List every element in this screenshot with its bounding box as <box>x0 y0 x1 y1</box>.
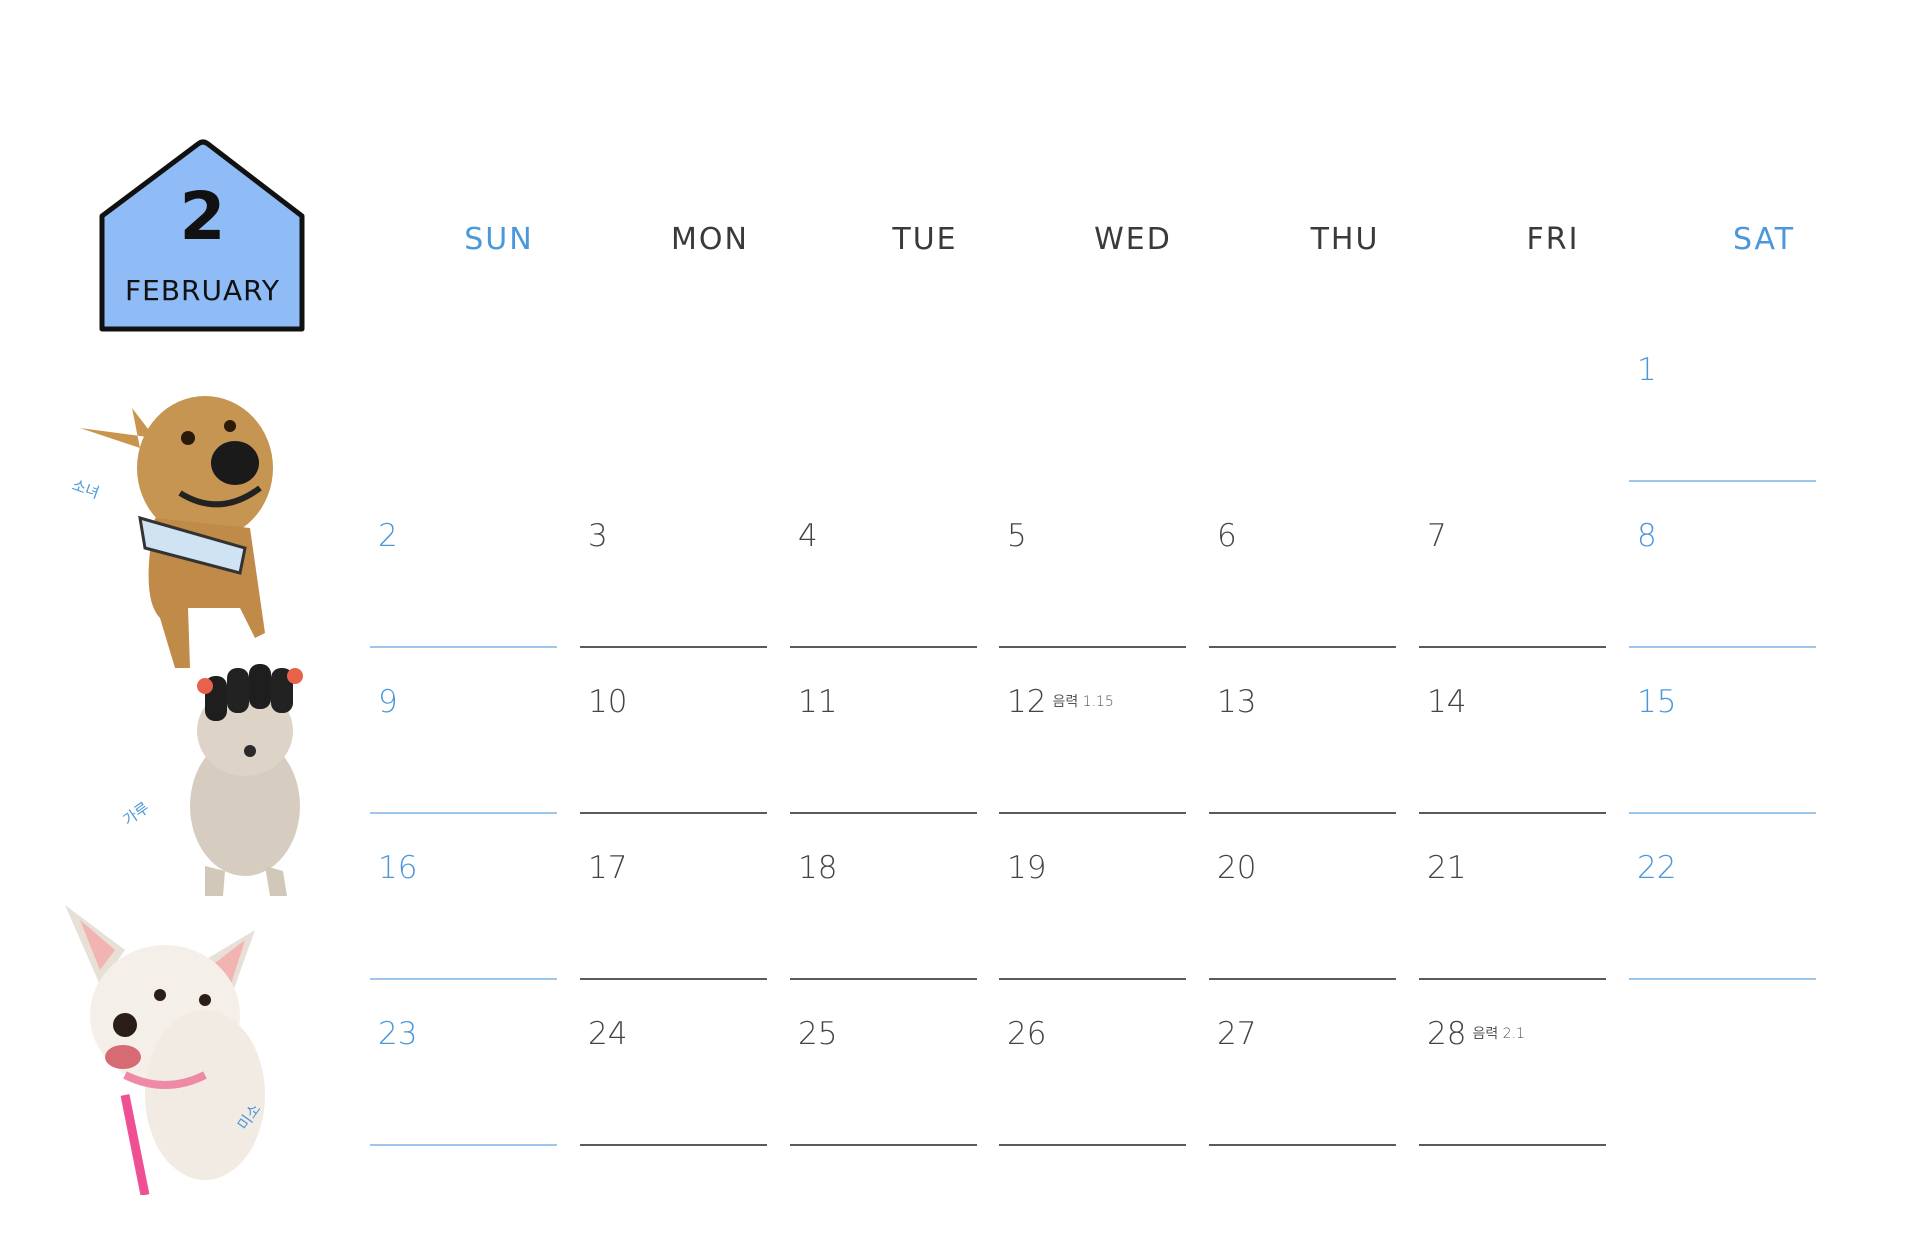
day-number-text: 13 <box>1217 684 1257 720</box>
weekday-mon: MON <box>671 222 749 257</box>
day-underline <box>370 646 557 648</box>
day-underline <box>1419 646 1606 648</box>
day-number: 17 <box>588 850 627 886</box>
day-number: 13 <box>1217 684 1256 720</box>
day-number: 19 <box>1007 850 1046 886</box>
day-number-text: 5 <box>1007 518 1027 554</box>
day-underline <box>370 978 557 980</box>
day-number-text: 3 <box>588 518 608 554</box>
weekday-tue: TUE <box>892 222 958 257</box>
day-underline <box>580 1144 767 1146</box>
day-number-text: 28 <box>1427 1016 1467 1052</box>
day-number: 10 <box>588 684 627 720</box>
day-underline <box>999 812 1186 814</box>
day-underline <box>1629 978 1816 980</box>
day-number-text: 9 <box>378 684 398 720</box>
day-number: 25 <box>798 1016 837 1052</box>
day-underline <box>580 978 767 980</box>
day-number-text: 26 <box>1007 1016 1047 1052</box>
day-number-text: 14 <box>1427 684 1467 720</box>
day-number-text: 19 <box>1007 850 1047 886</box>
day-number-text: 20 <box>1217 850 1257 886</box>
day-number: 16 <box>378 850 417 886</box>
day-underline <box>580 812 767 814</box>
day-number-text: 22 <box>1637 850 1677 886</box>
day-number: 12 음력 1.15 <box>1007 684 1114 720</box>
day-number-text: 24 <box>588 1016 628 1052</box>
day-number-text: 4 <box>798 518 818 554</box>
weekday-sun: SUN <box>464 222 534 257</box>
day-number: 14 <box>1427 684 1466 720</box>
month-name: FEBRUARY <box>125 274 280 307</box>
day-number: 11 <box>798 684 837 720</box>
day-underline <box>790 812 977 814</box>
day-number: 15 <box>1637 684 1676 720</box>
day-number-text: 16 <box>378 850 418 886</box>
day-underline <box>1209 1144 1396 1146</box>
day-number: 24 <box>588 1016 627 1052</box>
day-number: 1 <box>1637 352 1657 388</box>
day-number: 27 <box>1217 1016 1256 1052</box>
day-underline <box>370 1144 557 1146</box>
day-number-text: 11 <box>798 684 838 720</box>
day-number-text: 25 <box>798 1016 838 1052</box>
day-number: 23 <box>378 1016 417 1052</box>
day-underline <box>1629 812 1816 814</box>
day-number-text: 12 <box>1007 684 1047 720</box>
day-number-text: 27 <box>1217 1016 1257 1052</box>
day-number: 2 <box>378 518 398 554</box>
weekday-thu: THU <box>1310 222 1380 257</box>
lunar-date-note: 음력 2.1 <box>1472 1026 1525 1042</box>
dog-with-hair-rollers-photo-icon <box>190 664 303 896</box>
weekday-wed: WED <box>1094 222 1172 257</box>
tan-dog-photo-icon <box>80 396 273 668</box>
day-number: 5 <box>1007 518 1027 554</box>
day-underline <box>790 1144 977 1146</box>
day-number: 28 음력 2.1 <box>1427 1016 1525 1052</box>
day-underline <box>999 646 1186 648</box>
day-number: 6 <box>1217 518 1237 554</box>
day-number: 20 <box>1217 850 1256 886</box>
day-number: 4 <box>798 518 818 554</box>
day-number: 26 <box>1007 1016 1046 1052</box>
day-underline <box>790 978 977 980</box>
day-number-text: 7 <box>1427 518 1447 554</box>
lunar-date-note: 음력 1.15 <box>1052 694 1114 710</box>
day-underline <box>1629 646 1816 648</box>
weekday-sat: SAT <box>1732 222 1796 257</box>
day-number-text: 15 <box>1637 684 1677 720</box>
month-number: 2 <box>179 178 226 255</box>
day-number-text: 2 <box>378 518 398 554</box>
day-underline <box>370 812 557 814</box>
day-number: 7 <box>1427 518 1447 554</box>
day-number-text: 8 <box>1637 518 1657 554</box>
day-number-text: 21 <box>1427 850 1467 886</box>
day-number: 22 <box>1637 850 1676 886</box>
day-underline <box>1209 646 1396 648</box>
day-number-text: 23 <box>378 1016 418 1052</box>
day-underline <box>999 1144 1186 1146</box>
day-underline <box>1419 812 1606 814</box>
day-number-text: 1 <box>1637 352 1657 388</box>
day-number-text: 17 <box>588 850 628 886</box>
day-underline <box>1419 1144 1606 1146</box>
day-number-text: 6 <box>1217 518 1237 554</box>
day-number: 3 <box>588 518 608 554</box>
day-number: 9 <box>378 684 398 720</box>
day-underline <box>999 978 1186 980</box>
day-number-text: 18 <box>798 850 838 886</box>
day-underline <box>1419 978 1606 980</box>
weekday-fri: FRI <box>1526 222 1580 257</box>
day-number: 21 <box>1427 850 1466 886</box>
day-underline <box>1209 812 1396 814</box>
day-underline <box>1629 480 1816 482</box>
day-underline <box>580 646 767 648</box>
day-number: 18 <box>798 850 837 886</box>
month-badge: 2 FEBRUARY <box>97 138 308 334</box>
white-dog-photo-icon <box>65 905 265 1195</box>
day-number-text: 10 <box>588 684 628 720</box>
day-underline <box>790 646 977 648</box>
day-underline <box>1209 978 1396 980</box>
day-number: 8 <box>1637 518 1657 554</box>
